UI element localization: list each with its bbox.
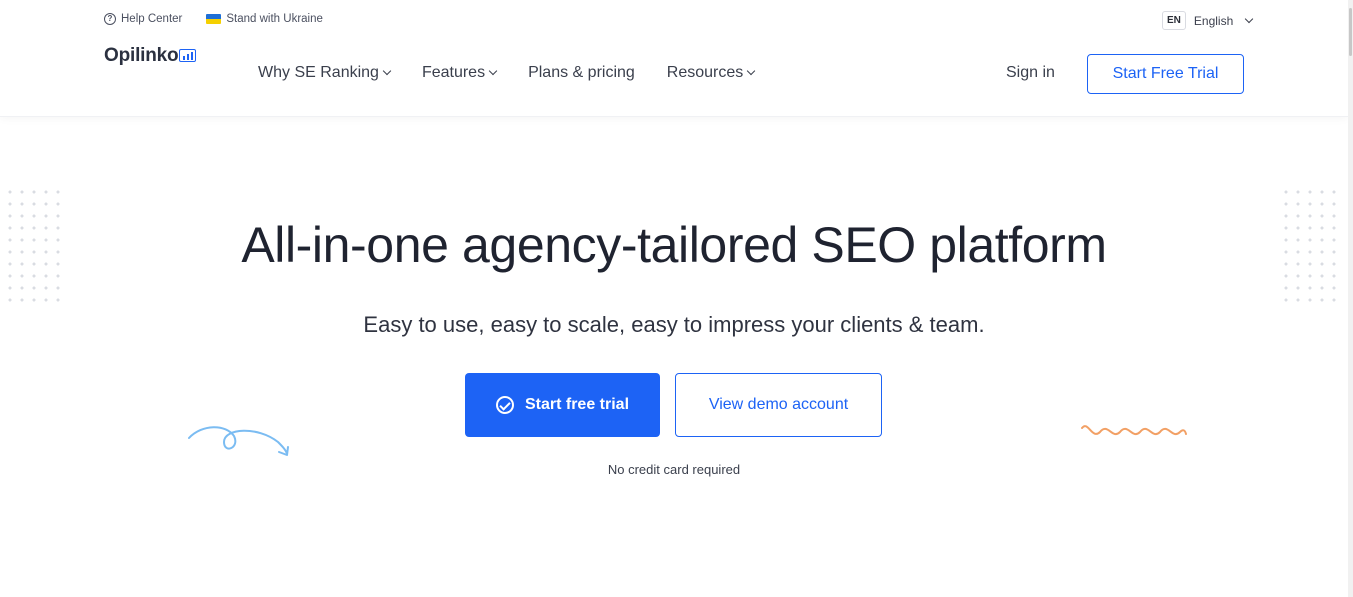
site-header: ? Help Center Stand with Ukraine EN Engl…	[0, 0, 1348, 117]
chevron-down-icon	[488, 66, 498, 76]
utility-bar: ? Help Center Stand with Ukraine	[104, 13, 347, 25]
check-circle-icon	[495, 396, 514, 414]
scrollbar[interactable]	[1348, 0, 1353, 597]
logo-chart-icon	[179, 49, 197, 62]
start-free-trial-button[interactable]: Start Free Trial	[1087, 54, 1244, 94]
nav-item-label: Resources	[666, 64, 744, 81]
chevron-down-icon	[382, 66, 392, 76]
ukraine-flag-icon	[206, 14, 222, 24]
main-nav: Why SE Ranking Features Plans & pricing …	[258, 64, 786, 82]
hero-title: All-in-one agency-tailored SEO platform	[241, 217, 1107, 273]
chevron-down-icon	[747, 66, 756, 76]
stand-with-ukraine-link[interactable]: Stand with Ukraine	[206, 13, 323, 25]
view-demo-account-button[interactable]: View demo account	[675, 373, 882, 437]
nav-item-plans-pricing[interactable]: Plans & pricing	[528, 64, 635, 82]
nav-item-label: Features	[421, 64, 486, 81]
sign-in-link[interactable]: Sign in	[1006, 64, 1055, 82]
nav-item-label: Why SE Ranking	[258, 64, 379, 81]
help-icon: ?	[104, 13, 116, 25]
decorative-wave-squiggle	[1081, 425, 1187, 435]
logo-text: Opilinko	[104, 45, 179, 66]
help-center-label: Help Center	[121, 13, 183, 25]
language-code: EN	[1162, 11, 1186, 30]
nav-item-resources[interactable]: Resources	[666, 64, 756, 82]
scrollbar-thumb[interactable]	[1349, 8, 1352, 56]
logo[interactable]: Opilinko	[104, 45, 197, 67]
ukraine-label: Stand with Ukraine	[226, 13, 323, 25]
language-selector[interactable]: EN English	[1162, 11, 1254, 30]
nav-item-why-se-ranking[interactable]: Why SE Ranking	[258, 64, 392, 82]
start-free-trial-hero-button[interactable]: Start free trial	[465, 373, 660, 437]
hero-subtitle: Easy to use, easy to scale, easy to impr…	[363, 312, 985, 337]
decorative-arrow-squiggle	[188, 426, 289, 456]
nav-item-features[interactable]: Features	[421, 64, 498, 82]
nav-item-label: Plans & pricing	[528, 64, 635, 81]
language-name: English	[1193, 13, 1234, 28]
chevron-down-icon	[1245, 14, 1254, 23]
help-center-link[interactable]: ? Help Center	[104, 13, 182, 25]
no-credit-card-note: No credit card required	[607, 462, 741, 477]
primary-cta-label: Start free trial	[524, 396, 630, 413]
